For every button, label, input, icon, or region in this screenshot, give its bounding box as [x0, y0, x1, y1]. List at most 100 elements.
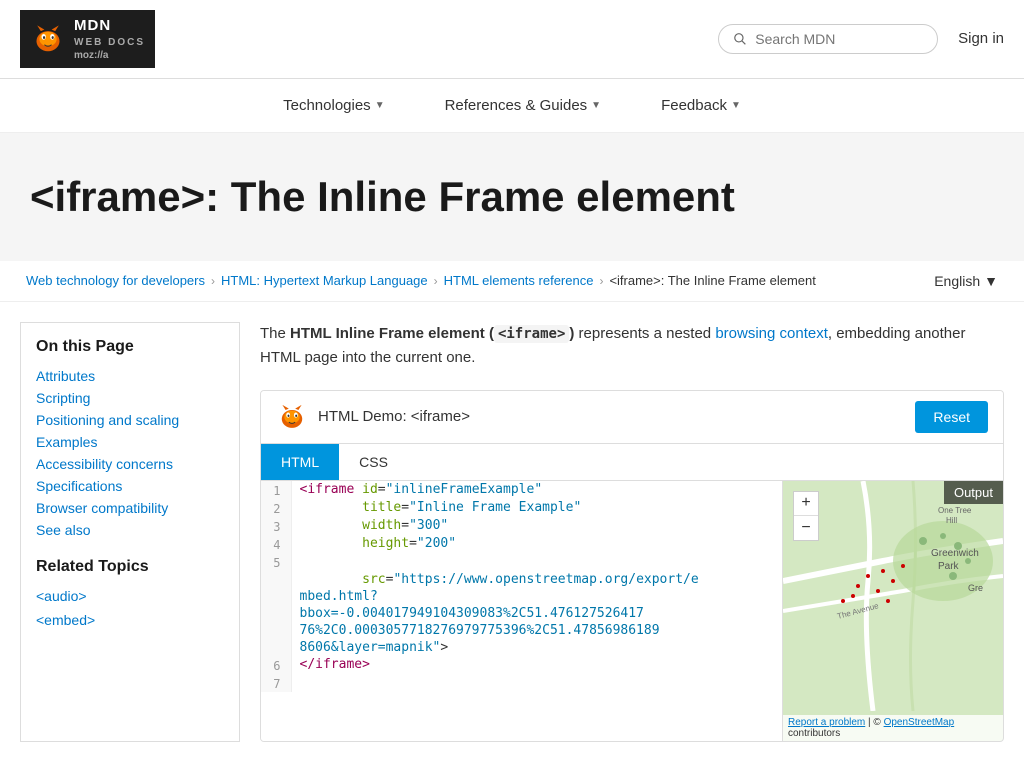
- sidebar-item-browser-compat[interactable]: Browser compatibility: [36, 500, 168, 516]
- sidebar-item-accessibility[interactable]: Accessibility concerns: [36, 456, 173, 472]
- nav-references-guides[interactable]: References & Guides ▼: [445, 97, 601, 114]
- breadcrumb-current: <iframe>: The Inline Frame element: [609, 273, 815, 288]
- code-content: </iframe>: [291, 656, 782, 674]
- breadcrumb-html[interactable]: HTML: Hypertext Markup Language: [221, 273, 428, 288]
- code-line: mbed.html?: [261, 588, 782, 605]
- list-item: Accessibility concerns: [36, 456, 224, 472]
- line-number: 6: [261, 656, 291, 674]
- logo[interactable]: MDN web docs moz://a: [20, 10, 155, 68]
- breadcrumb-sep-1: ›: [211, 274, 215, 288]
- code-line: 2 title="Inline Frame Example": [261, 499, 782, 517]
- breadcrumb-left: Web technology for developers › HTML: Hy…: [26, 273, 816, 288]
- code-content: <iframe id="inlineFrameExample": [291, 481, 782, 499]
- map-attribution: Report a problem | © OpenStreetMap contr…: [783, 715, 1003, 741]
- map-container: Greenwich Park One Tree Hill: [783, 481, 1003, 741]
- main-content: The HTML Inline Frame element (<iframe>)…: [260, 322, 1004, 742]
- code-content: width="300": [291, 517, 782, 535]
- list-item: <audio>: [36, 588, 224, 604]
- code-content: mbed.html?: [291, 588, 782, 605]
- map-zoom-in-button[interactable]: +: [794, 492, 818, 516]
- line-number: 1: [261, 481, 291, 499]
- line-number: 4: [261, 535, 291, 553]
- language-label: English: [934, 273, 980, 289]
- webdocs-label: web docs: [74, 36, 145, 49]
- mdn-label: MDN: [74, 16, 145, 36]
- sidebar-item-positioning[interactable]: Positioning and scaling: [36, 412, 179, 428]
- list-item: Examples: [36, 434, 224, 450]
- demo-tabs: HTML CSS: [261, 444, 1003, 481]
- svg-text:Park: Park: [938, 561, 960, 572]
- related-topics-list: <audio> <embed>: [36, 588, 224, 628]
- list-item: Specifications: [36, 478, 224, 494]
- nav-technologies[interactable]: Technologies ▼: [283, 97, 384, 114]
- related-embed[interactable]: <embed>: [36, 612, 95, 628]
- search-bar[interactable]: [718, 24, 938, 54]
- report-problem-link[interactable]: Report a problem: [788, 717, 865, 728]
- nav-feedback[interactable]: Feedback ▼: [661, 97, 741, 114]
- sidebar-item-attributes[interactable]: Attributes: [36, 368, 95, 384]
- svg-text:Gre: Gre: [968, 583, 983, 593]
- related-topics-section: Related Topics <audio> <embed>: [36, 558, 224, 628]
- map-zoom-out-button[interactable]: −: [794, 516, 818, 540]
- code-content: 76%2C0.0003057718276979775396%2C51.47856…: [291, 622, 782, 639]
- code-line: 6 </iframe>: [261, 656, 782, 674]
- demo-title: HTML Demo: <iframe>: [318, 408, 470, 425]
- output-label: Output: [944, 481, 1003, 504]
- sidebar-item-see-also[interactable]: See also: [36, 522, 90, 538]
- references-arrow-icon: ▼: [591, 100, 601, 111]
- sidebar-item-specifications[interactable]: Specifications: [36, 478, 122, 494]
- reset-button[interactable]: Reset: [915, 401, 988, 433]
- code-content: 8606&layer=mapnik">: [291, 639, 782, 656]
- code-line: src="https://www.openstreetmap.org/expor…: [261, 571, 782, 588]
- breadcrumb: Web technology for developers › HTML: Hy…: [0, 261, 1024, 302]
- language-arrow-icon: ▼: [984, 273, 998, 289]
- tab-css[interactable]: CSS: [339, 444, 408, 480]
- line-number: [261, 605, 291, 622]
- svg-text:Greenwich: Greenwich: [931, 548, 979, 559]
- list-item: Browser compatibility: [36, 500, 224, 516]
- list-item: See also: [36, 522, 224, 538]
- code-content: bbox=-0.004017949104309083%2C51.47612752…: [291, 605, 782, 622]
- sign-in-button[interactable]: Sign in: [958, 30, 1004, 47]
- line-number: 3: [261, 517, 291, 535]
- demo-mascot-icon: [276, 401, 308, 433]
- tab-html[interactable]: HTML: [261, 444, 339, 480]
- language-selector[interactable]: English ▼: [934, 273, 998, 289]
- code-line: 4 height="200": [261, 535, 782, 553]
- related-audio[interactable]: <audio>: [36, 588, 87, 604]
- list-item: <embed>: [36, 612, 224, 628]
- code-panel[interactable]: 1 <iframe id="inlineFrameExample" 2 titl…: [261, 481, 783, 741]
- sidebar-item-examples[interactable]: Examples: [36, 434, 97, 450]
- breadcrumb-elements-ref[interactable]: HTML elements reference: [444, 273, 594, 288]
- svg-text:One Tree: One Tree: [938, 506, 972, 515]
- line-number: 5: [261, 553, 291, 571]
- sidebar-item-scripting[interactable]: Scripting: [36, 390, 90, 406]
- on-this-page-heading: On this Page: [36, 338, 224, 356]
- line-number: 2: [261, 499, 291, 517]
- output-panel: Output Greenwi: [783, 481, 1003, 741]
- logo-area: MDN web docs moz://a: [20, 10, 155, 68]
- main-layout: On this Page Attributes Scripting Positi…: [0, 302, 1024, 762]
- browsing-context-link[interactable]: browsing context: [715, 325, 828, 342]
- search-icon: [733, 31, 747, 47]
- code-line: 8606&layer=mapnik">: [261, 639, 782, 656]
- code-table: 1 <iframe id="inlineFrameExample" 2 titl…: [261, 481, 782, 692]
- list-item: Attributes: [36, 368, 224, 384]
- code-line: 7: [261, 674, 782, 692]
- breadcrumb-sep-3: ›: [599, 274, 603, 288]
- code-content: [291, 553, 782, 571]
- map-controls: + −: [793, 491, 819, 541]
- breadcrumb-web-tech[interactable]: Web technology for developers: [26, 273, 205, 288]
- header: MDN web docs moz://a Sign in: [0, 0, 1024, 79]
- iframe-tag-code: <iframe>: [494, 325, 569, 343]
- demo-content: 1 <iframe id="inlineFrameExample" 2 titl…: [261, 481, 1003, 741]
- hero-section: <iframe>: The Inline Frame element: [0, 133, 1024, 261]
- search-input[interactable]: [755, 31, 923, 47]
- code-content: height="200": [291, 535, 782, 553]
- openstreetmap-link[interactable]: OpenStreetMap: [884, 717, 955, 728]
- list-item: Scripting: [36, 390, 224, 406]
- sidebar: On this Page Attributes Scripting Positi…: [20, 322, 240, 742]
- line-number: [261, 639, 291, 656]
- line-number: 7: [261, 674, 291, 692]
- code-content: title="Inline Frame Example": [291, 499, 782, 517]
